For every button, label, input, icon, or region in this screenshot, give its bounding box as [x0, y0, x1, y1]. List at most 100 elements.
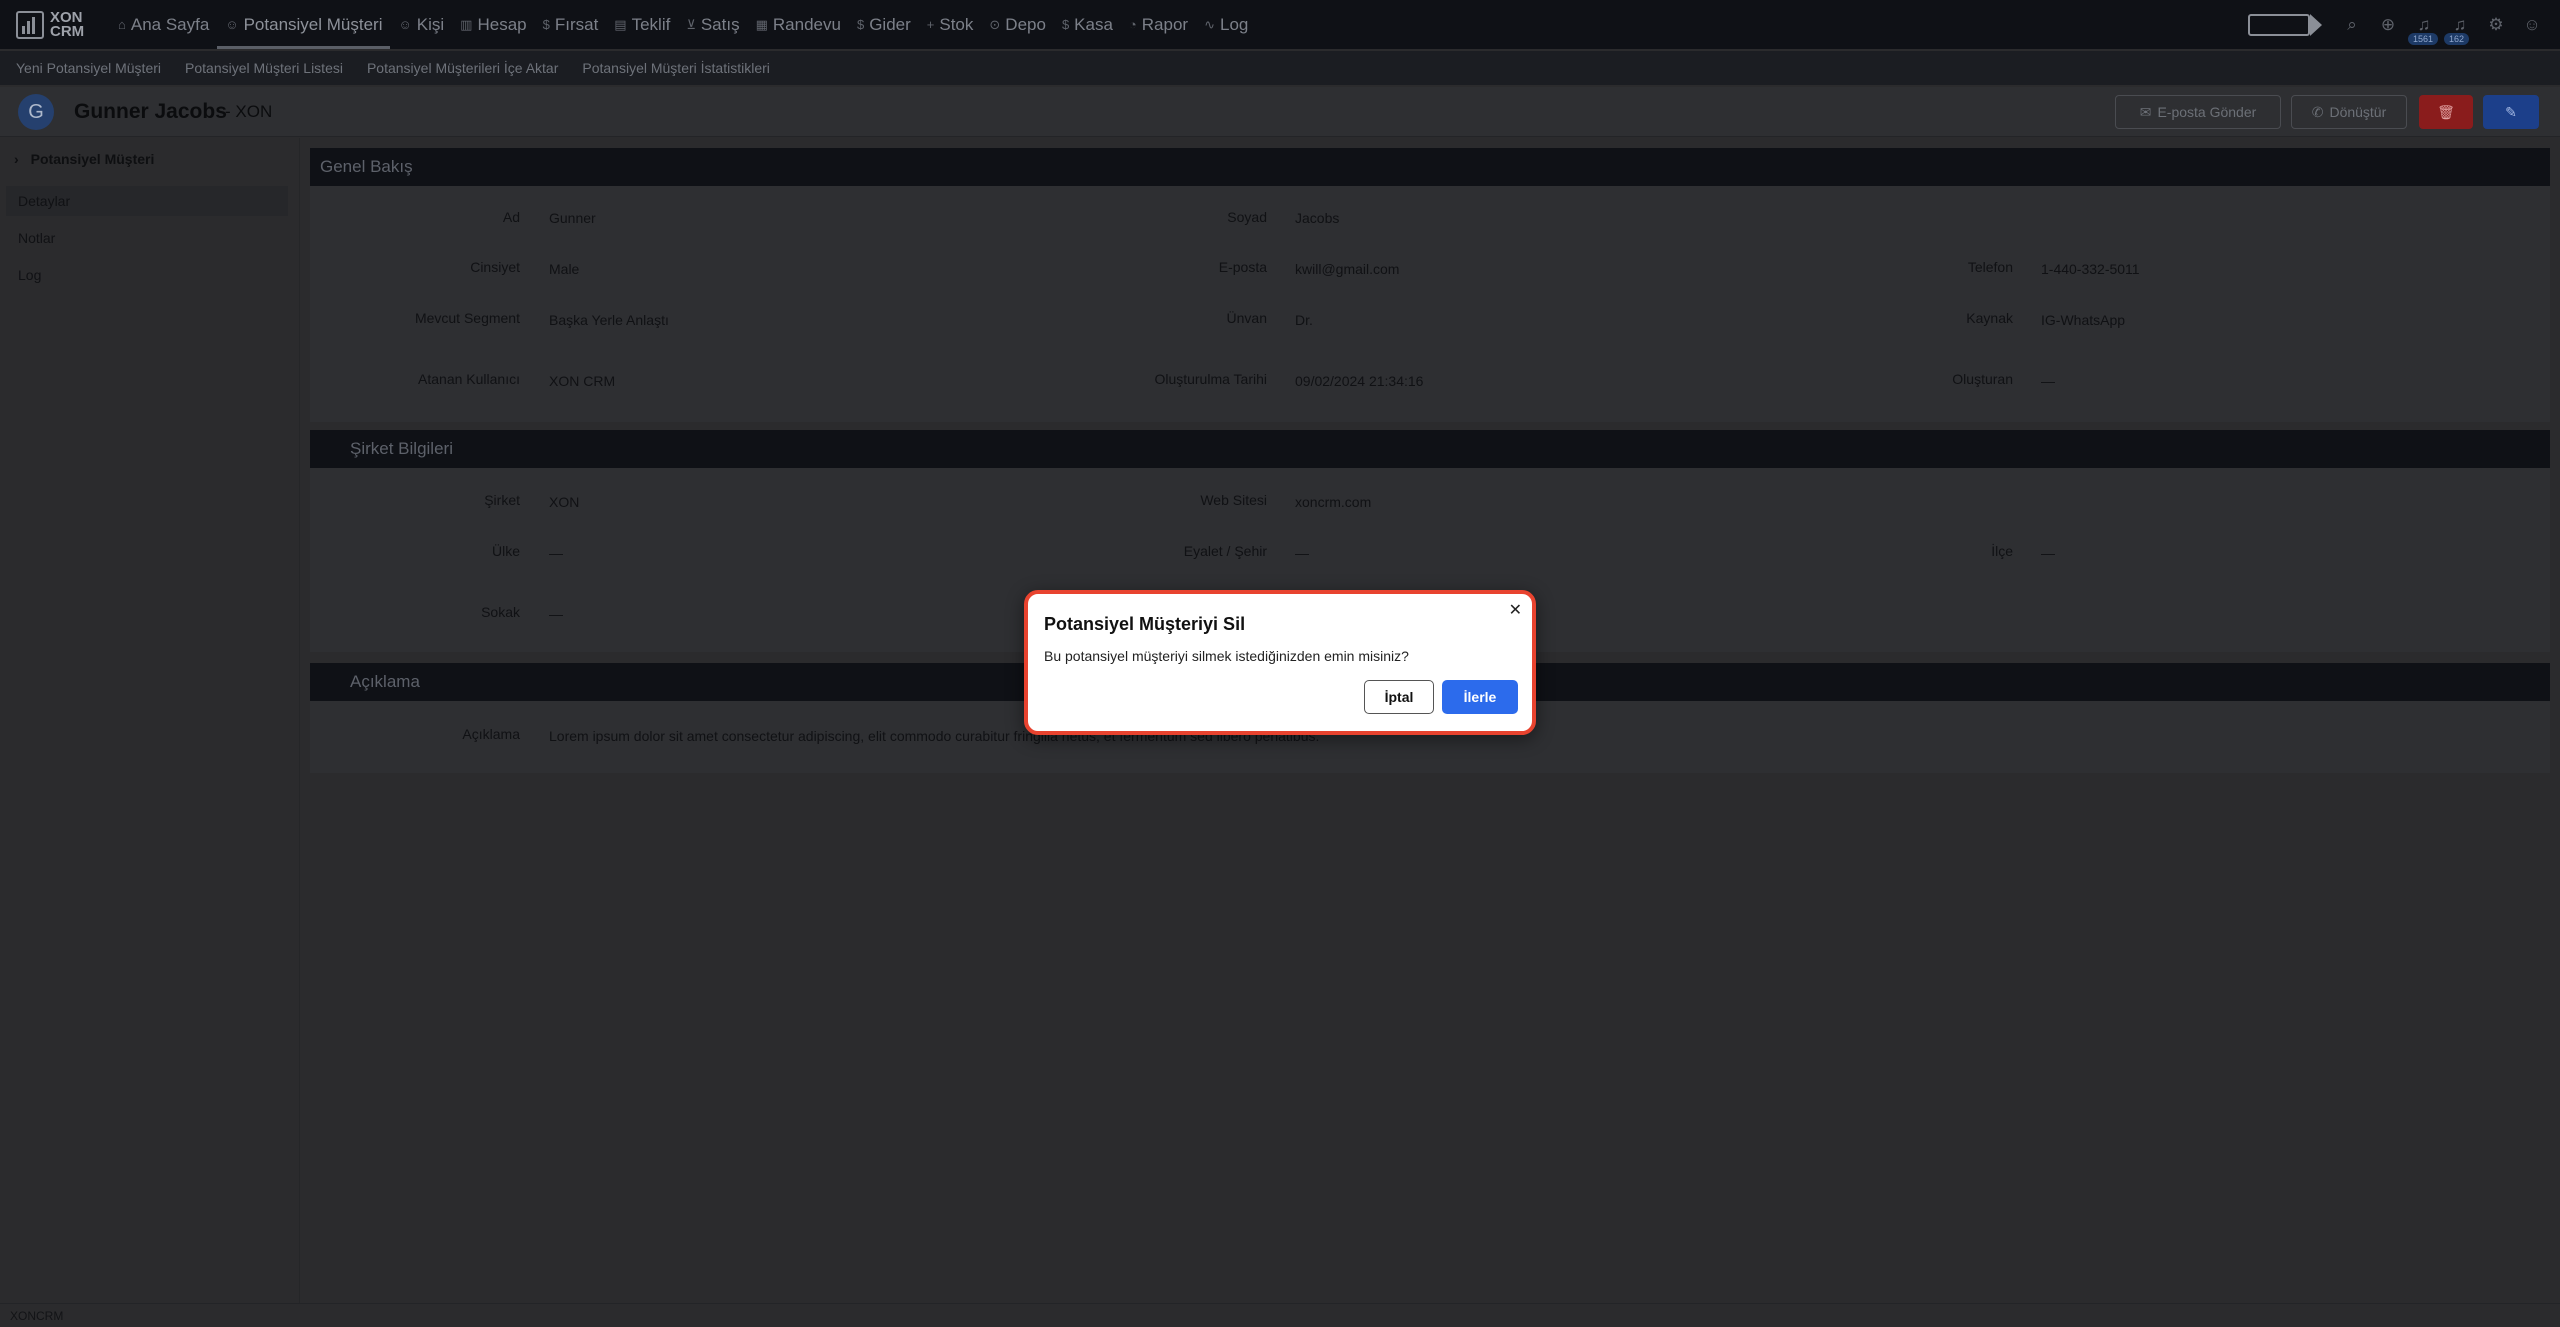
field-label: İlçe [1991, 543, 2013, 559]
nav-firsat[interactable]: $ Fırsat [535, 0, 607, 49]
field-value: — [549, 606, 563, 622]
nav-kisi[interactable]: ☺ Kişi [390, 0, 452, 49]
field-label: Eyalet / Şehir [1183, 543, 1267, 559]
sub-nav: Yeni Potansiyel Müşteri Potansiyel Müşte… [0, 51, 2560, 85]
nav-potansiyel-musteri[interactable]: ☺ Potansiyel Müşteri [217, 0, 391, 49]
field-label: Açıklama [462, 726, 520, 742]
confirm-button[interactable]: İlerle [1442, 680, 1518, 714]
subnav-new-lead[interactable]: Yeni Potansiyel Müşteri [16, 60, 161, 76]
record-header: G Gunner Jacobs - XON ✉ E-posta Gönder ✆ D… [0, 87, 2560, 137]
dollar-icon: $ [542, 17, 550, 32]
convert-button[interactable]: ✆ Dönüştür [2291, 95, 2407, 129]
cart-icon: ⊻ [686, 16, 696, 32]
nav-gider[interactable]: $ Gider [849, 0, 919, 49]
edit-button[interactable]: ✎ [2483, 95, 2539, 129]
logo-text: XON CRM [50, 8, 85, 40]
nav-ana-sayfa[interactable]: ⌂ Ana Sayfa [110, 0, 217, 49]
field-label: Şirket [484, 492, 520, 508]
field-value: Male [549, 261, 580, 277]
main-menu: ⌂ Ana Sayfa ☺ Potansiyel Müşteri ☺ Kişi ▥ He… [110, 0, 1256, 49]
field-label: Ülke [491, 543, 520, 559]
dialog-message: Bu potansiyel müşteriyi silmek istediğin… [1044, 648, 1409, 664]
building-icon: ▥ [460, 16, 473, 32]
subnav-lead-list[interactable]: Potansiyel Müşteri Listesi [185, 60, 343, 76]
field-value[interactable]: xoncrm.com [1295, 494, 1371, 510]
footer: XONCRM [0, 1303, 2560, 1327]
logo-icon [16, 10, 44, 39]
box-icon: ⊙ [989, 16, 1001, 32]
plus-icon: + [926, 17, 935, 32]
field-value: — [2041, 545, 2055, 561]
field-value: — [1295, 545, 1309, 561]
top-nav: XON CRM ⌂ Ana Sayfa ☺ Potansiyel Müşteri ☺… [0, 0, 2560, 49]
avatar: G [18, 94, 54, 130]
field-label: Web Sitesi [1200, 492, 1267, 508]
edit-icon: ✎ [2505, 103, 2517, 120]
field-value: Gunner [549, 210, 596, 226]
field-value: 09/02/2024 21:34:16 [1295, 373, 1424, 389]
sidebar-item-notes[interactable]: Notlar [6, 223, 288, 253]
cancel-button[interactable]: İptal [1364, 680, 1434, 714]
notification-badge: 1561 [2408, 32, 2439, 45]
field-label: E-posta [1218, 259, 1267, 275]
page: XON CRM ⌂ Ana Sayfa ☺ Potansiyel Müşteri ☺… [0, 0, 2560, 1327]
user-icon: ☺ [225, 17, 239, 32]
activity-icon: ∿ [1204, 16, 1215, 32]
company-header: Şirket Bilgileri [310, 430, 2550, 468]
mail-icon: ✉ [2139, 103, 2152, 120]
field-value: — [2041, 373, 2055, 389]
nav-kasa[interactable]: $ Kasa [1054, 0, 1121, 49]
dollar-icon: $ [856, 17, 865, 32]
subnav-lead-stats[interactable]: Potansiyel Müşteri İstatistikleri [582, 60, 770, 76]
sidebar: › Potansiyel Müşteri Detaylar Notlar Log [0, 138, 300, 1303]
field-value[interactable]: kwill@gmail.com [1295, 261, 1399, 277]
document-icon: ▤ [614, 16, 627, 32]
field-value: XON [549, 494, 580, 510]
search-icon[interactable]: ⌕ [2342, 15, 2362, 35]
nav-stok[interactable]: + Stok [919, 0, 982, 49]
notification-badge: 162 [2444, 32, 2470, 45]
phone-icon: ✆ [2311, 103, 2324, 120]
home-icon: ⌂ [118, 17, 126, 32]
battery-toggle-icon[interactable] [2248, 13, 2322, 36]
chart-icon: ◔ [1128, 17, 1137, 32]
lead-name: Gunner Jacobs [74, 100, 227, 123]
field-label: Ad [502, 209, 520, 225]
nav-actions: ⌕ ⊕ ♫ 1561 ♫ 162 ⚙ ☺ [2248, 0, 2542, 49]
profile-icon[interactable]: ☺ [2522, 15, 2542, 35]
delete-button[interactable]: 🗑 [2419, 95, 2473, 129]
sidebar-item-log[interactable]: Log [6, 260, 288, 290]
sidebar-item-details[interactable]: Detaylar [6, 186, 288, 216]
nav-randevu[interactable]: ▦ Randevu [748, 0, 849, 49]
nav-teklif[interactable]: ▤ Teklif [606, 0, 678, 49]
dialog-title: Potansiyel Müşteriyi Sil [1044, 614, 1246, 634]
field-label: Sokak [481, 604, 520, 620]
overview-header: Genel Bakış [310, 148, 2550, 186]
add-icon[interactable]: ⊕ [2378, 15, 2398, 35]
nav-log[interactable]: ∿ Log [1196, 0, 1256, 49]
field-label: Mevcut Segment [414, 310, 520, 326]
close-icon[interactable]: ✕ [1509, 600, 1522, 620]
bell-icon[interactable]: ♫ 162 [2444, 15, 2470, 45]
sidebar-toggle[interactable]: › Potansiyel Müşteri [14, 151, 154, 167]
subnav-import-leads[interactable]: Potansiyel Müşterileri İçe Aktar [367, 60, 558, 76]
field-label: Telefon [1967, 259, 2013, 275]
bell-icon[interactable]: ♫ 1561 [2408, 15, 2439, 45]
field-value: Başka Yerle Anlaştı [549, 312, 669, 328]
nav-satis[interactable]: ⊻ Satış [678, 0, 747, 49]
field-label: Oluşturan [1952, 371, 2013, 387]
field-value: XON CRM [549, 373, 616, 389]
gear-icon[interactable]: ⚙ [2486, 15, 2506, 35]
field-label: Cinsiyet [470, 259, 520, 275]
nav-hesap[interactable]: ▥ Hesap [452, 0, 534, 49]
field-label: Kaynak [1966, 310, 2013, 326]
logo[interactable]: XON CRM [0, 8, 110, 40]
lead-company: - XON [225, 102, 273, 121]
send-email-button[interactable]: ✉ E-posta Gönder [2115, 95, 2281, 129]
nav-depo[interactable]: ⊙ Depo [981, 0, 1054, 49]
field-label: Ünvan [1226, 310, 1267, 326]
field-label: Atanan Kullanıcı [418, 371, 520, 387]
field-value[interactable]: 1-440-332-5011 [2041, 261, 2140, 277]
nav-rapor[interactable]: ◔ Rapor [1121, 0, 1196, 49]
overview-body [310, 186, 2550, 422]
